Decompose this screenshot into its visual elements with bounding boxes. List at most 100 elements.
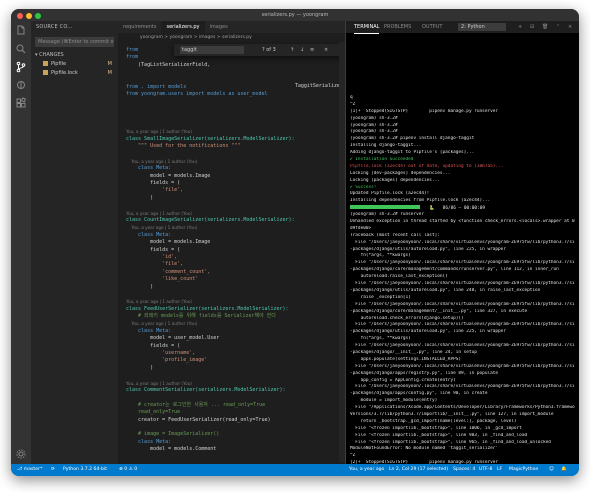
code-line: ) bbox=[126, 194, 154, 201]
source-control-icon[interactable] bbox=[15, 61, 27, 73]
split-terminal-icon[interactable]: ⊟ bbox=[530, 21, 534, 33]
code-line: 'file', bbox=[126, 187, 184, 194]
changed-file-item[interactable]: Pipfile M bbox=[31, 60, 118, 69]
status-bar: ⎇ master* ⟳ Python 3.7.2 64-bit ⊗ 0 ⚠ 0 … bbox=[11, 464, 579, 476]
terminal-line: (yoongram) sh-3.2# runserver bbox=[350, 212, 425, 218]
python-interpreter[interactable]: Python 3.7.2 64-bit bbox=[63, 464, 107, 476]
terminal-line: return _bootstrap._gcd_import(name[level… bbox=[350, 418, 517, 424]
tab-serializers[interactable]: serializers.py bbox=[161, 21, 205, 33]
code-line: 'username', bbox=[126, 350, 196, 357]
commit-message-input[interactable]: Message (⌘Enter to commit on ... bbox=[35, 37, 114, 47]
tab-images[interactable]: images bbox=[205, 21, 233, 33]
terminal-line: (yoongram) sh-3.2# pipenv install django… bbox=[350, 136, 475, 142]
code-line: fields = ( bbox=[126, 180, 181, 187]
source-control-panel: SOURCE CO... Message (⌘Enter to commit o… bbox=[31, 21, 118, 464]
terminal-line: File "<frozen importlib._bootstrap>", li… bbox=[350, 432, 528, 438]
inline-suggestion: TaggitSerializer bbox=[294, 83, 343, 89]
terminal-line: Locking [packages] dependencies... bbox=[350, 177, 440, 183]
code-line: model = models.Image bbox=[126, 239, 211, 246]
code-line: 'file', bbox=[126, 261, 184, 268]
find-input[interactable]: taggit bbox=[180, 46, 244, 54]
modified-badge: M bbox=[107, 70, 112, 76]
code-line: model = models.Comment bbox=[126, 446, 217, 453]
encoding[interactable]: UTF-8 bbox=[479, 464, 492, 476]
file-name: Pipfile bbox=[51, 61, 67, 67]
activity-bar bbox=[11, 21, 31, 464]
terminal-line: File "<frozen importlib._bootstrap>", li… bbox=[350, 425, 522, 431]
close-panel-icon[interactable]: × bbox=[568, 21, 572, 33]
terminal-line: -packages/django/utils/autoreload.py", l… bbox=[350, 329, 506, 335]
terminal-line: File "/Users/jaeyoonyoon/.local/share/vi… bbox=[350, 343, 575, 349]
files-icon[interactable] bbox=[15, 25, 27, 37]
tab-problems[interactable]: PROBLEMS bbox=[384, 21, 411, 33]
previous-match-button[interactable]: ↑ bbox=[290, 44, 294, 56]
maximize-window-button[interactable] bbox=[35, 13, 41, 19]
find-match-count: ? of 3 bbox=[262, 47, 276, 53]
terminal-line: File "/Applications/Xcode.app/Contents/D… bbox=[350, 405, 575, 411]
indentation[interactable]: Spaces: 4 bbox=[453, 464, 475, 476]
terminal-line: -packages/django/utils/autoreload.py", l… bbox=[350, 246, 506, 252]
terminal-line: (yoongram) sh-3.2# bbox=[350, 122, 398, 128]
code-line: creator = FeedUserSerializer(read_only=T… bbox=[126, 416, 271, 423]
terminal-line: Pipfile.lock (a2ec44) out of date, updat… bbox=[350, 163, 504, 169]
search-icon[interactable] bbox=[15, 43, 27, 55]
terminal-line: -packages/django/apps/registry.py", line… bbox=[350, 370, 499, 376]
terminal-line: ✔ Success! bbox=[350, 184, 377, 190]
minimize-window-button[interactable] bbox=[26, 13, 32, 19]
close-window-button[interactable] bbox=[17, 13, 23, 19]
tab-terminal[interactable]: TERMINAL bbox=[354, 21, 380, 34]
sync-icon[interactable]: ⟳ bbox=[51, 464, 55, 476]
tab-requirements[interactable]: requirements bbox=[118, 21, 161, 33]
terminal-line: Versions/3.7/lib/python3.7/importlib/__i… bbox=[350, 411, 554, 417]
terminal-line: Installing django-taggit... bbox=[350, 143, 422, 149]
branch-indicator[interactable]: ⎇ master* bbox=[17, 464, 42, 476]
editor-pane: requirements serializers.py images yoongra… bbox=[118, 21, 345, 464]
terminal-line: Unhandled exception in thread started by… bbox=[350, 219, 575, 225]
problems-count[interactable]: ⊗ 0 ⚠ 0 bbox=[119, 464, 137, 476]
git-blame-status[interactable]: You, a year ago bbox=[349, 464, 384, 476]
code-line: 'comment_count', bbox=[126, 268, 211, 275]
feedback-icon[interactable]: ☺ bbox=[549, 464, 554, 476]
code-line: class Meta: bbox=[126, 231, 172, 238]
terminal-line: (yoongram) sh-3.2# bbox=[350, 115, 398, 121]
terminal-line: module = import_module(entry) bbox=[350, 398, 438, 404]
file-icon bbox=[43, 70, 48, 75]
find-in-selection-button[interactable]: ≡ bbox=[310, 44, 314, 56]
extensions-icon[interactable] bbox=[15, 97, 27, 109]
tab-output[interactable]: OUTPUT bbox=[422, 21, 442, 33]
terminal-line: -packages/django/core/management/command… bbox=[350, 267, 559, 273]
notifications-icon[interactable]: 🔔 bbox=[561, 464, 567, 476]
cursor-position[interactable]: Ln 2, Col 29 (17 selected) bbox=[389, 464, 448, 476]
terminal-output[interactable]: q ^Z [1]+ Stopped(SIGTSTP) pipenv manage.p… bbox=[350, 95, 575, 464]
line-ending[interactable]: LF bbox=[497, 464, 502, 476]
terminal-shell-select[interactable]: 2: Python bbox=[458, 23, 506, 31]
code-area[interactable]: from from (TagListSerializerField, from . … bbox=[126, 47, 345, 454]
terminal-line: ModuleNotFoundError: No module named 'ta… bbox=[350, 446, 499, 452]
language-mode[interactable]: MagicPython bbox=[509, 464, 538, 476]
terminal-line: ^Z bbox=[350, 453, 356, 459]
git-blame-annotation: You, a year ago | 1 author (You) bbox=[126, 321, 198, 327]
debug-icon[interactable] bbox=[15, 79, 27, 91]
code-line: 'id', bbox=[126, 253, 178, 260]
gear-icon[interactable] bbox=[15, 448, 27, 460]
next-match-button[interactable]: ↓ bbox=[300, 44, 304, 56]
code-line: model = models.Image bbox=[126, 172, 211, 179]
new-terminal-button[interactable]: + bbox=[518, 21, 522, 33]
terminal-line: Installing dependencies from Pipfile.loc… bbox=[350, 198, 491, 204]
terminal-line: raise _exception[1] bbox=[350, 294, 411, 300]
delete-terminal-icon[interactable]: 🗑 bbox=[542, 21, 548, 33]
terminal-line: -packages/django/core/management/__init_… bbox=[350, 308, 528, 314]
changed-file-item[interactable]: Pipfile.lock M bbox=[31, 69, 118, 78]
terminal-line: (yoongram) sh-3.2# bbox=[350, 129, 398, 135]
terminal-line: fn(*args, **kwargs) bbox=[350, 336, 411, 342]
file-icon bbox=[43, 61, 48, 66]
git-blame-annotation: You, a year ago | 1 author (You) bbox=[126, 299, 192, 305]
file-name: Pipfile.lock bbox=[51, 70, 78, 76]
close-find-button[interactable]: × bbox=[324, 44, 328, 56]
changes-section-header[interactable]: ▾ CHANGES bbox=[31, 51, 118, 60]
breadcrumb[interactable]: yoongram > yoongram > images > serialize… bbox=[118, 33, 345, 42]
maximize-panel-icon[interactable]: ⌃ bbox=[556, 21, 560, 33]
